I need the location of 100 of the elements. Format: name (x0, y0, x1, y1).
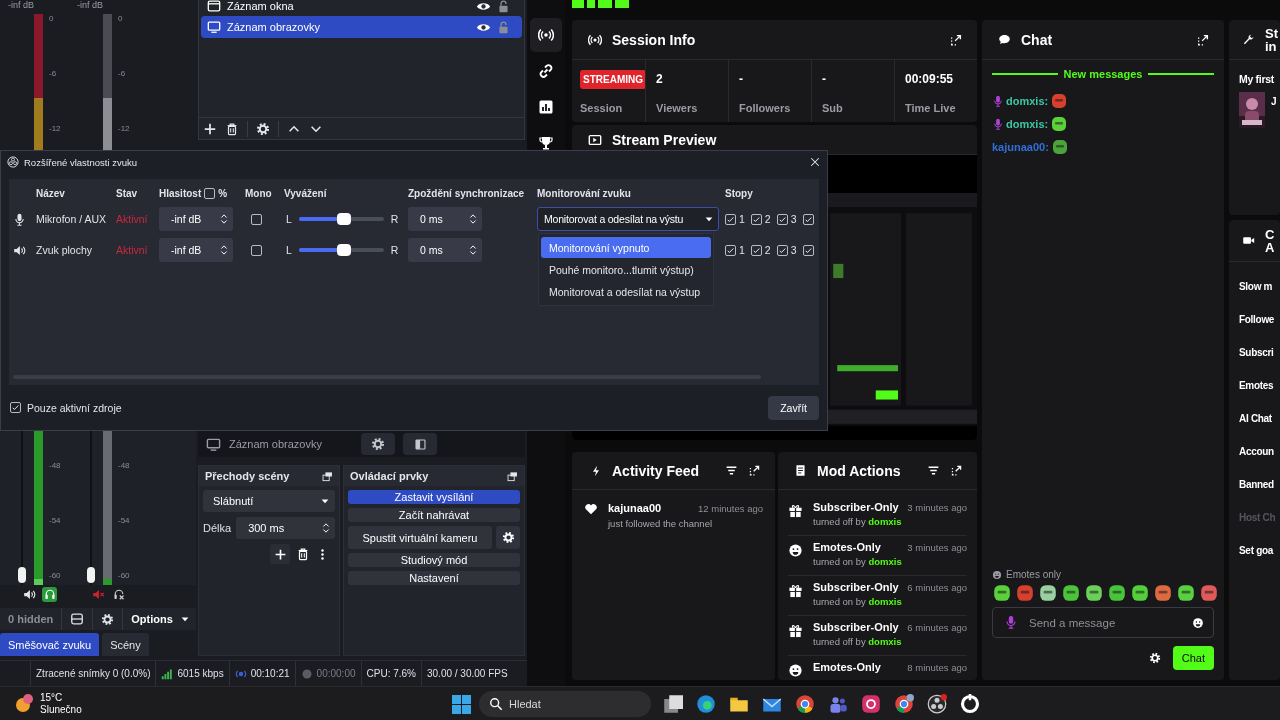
filter-icon[interactable] (927, 464, 940, 477)
fader-handle[interactable] (18, 567, 26, 583)
search-field[interactable]: Hledat (479, 691, 651, 717)
filters-button[interactable] (403, 433, 437, 455)
emote-icon (1084, 583, 1104, 603)
dock-tab[interactable]: Směšovač zvuku (0, 633, 100, 656)
lock-icon[interactable] (497, 0, 510, 13)
speaker-icon (13, 243, 26, 257)
panel-title: Chat (1021, 31, 1053, 48)
checkbox[interactable] (725, 213, 736, 225)
browser-icon[interactable] (894, 694, 914, 714)
recorder-icon[interactable] (927, 694, 947, 714)
checkbox[interactable] (776, 244, 788, 256)
username-link[interactable]: domxis (868, 636, 902, 647)
sync-offset-field[interactable]: 0 ms (408, 238, 482, 262)
status-text: 30.00 / 30.00 FPS (427, 668, 508, 679)
action-item[interactable]: Banned (1239, 468, 1280, 501)
window-icon (207, 0, 221, 13)
checkbox[interactable] (725, 244, 736, 256)
undock-icon[interactable] (322, 470, 333, 482)
menu-item[interactable]: Monitorování vypnuto (541, 237, 711, 258)
message-field[interactable]: Send a message (992, 607, 1214, 638)
action-title: Subscriber-Only (813, 501, 899, 513)
action-item[interactable]: Followe (1239, 303, 1280, 336)
trash-icon[interactable] (225, 121, 239, 136)
popout-icon[interactable] (748, 464, 761, 477)
control-button[interactable]: Začít nahrávat (348, 508, 520, 522)
scale-label: -60 (49, 571, 61, 581)
fader-handle[interactable] (87, 567, 95, 583)
source-item[interactable]: Záznam okna (201, 0, 522, 15)
checkbox[interactable] (750, 244, 762, 256)
browser-icon[interactable] (696, 694, 716, 714)
camera-icon[interactable] (861, 694, 881, 714)
username-link[interactable]: domxis (868, 516, 902, 527)
control-button[interactable]: Nastavení (348, 571, 520, 585)
popout-icon[interactable] (950, 464, 963, 477)
slider-thumb[interactable] (336, 213, 351, 225)
menu-item[interactable]: Pouhé monitoro...tlumit výstup) (541, 259, 711, 280)
popout-icon[interactable] (1196, 32, 1210, 47)
volume-field[interactable]: -inf dB (159, 207, 233, 231)
action-item[interactable]: Subscri (1239, 336, 1280, 369)
stepper-icon (320, 522, 332, 534)
username-link[interactable]: domxis (868, 596, 902, 607)
checkbox[interactable] (251, 213, 262, 225)
monitoring-dropdown[interactable]: Monitorovat a odesílat na výstu (537, 207, 719, 231)
heart-icon (584, 502, 598, 516)
checkbox[interactable] (776, 213, 788, 225)
control-button[interactable]: Spustit virtuální kameru (348, 526, 492, 549)
timestamp: 12 minutes ago (698, 502, 763, 514)
checkbox[interactable] (802, 244, 814, 256)
control-button[interactable]: Studiový mód (348, 553, 520, 567)
checkbox[interactable] (251, 244, 262, 256)
start-icon[interactable] (452, 694, 471, 714)
panel-title: St in (1265, 26, 1278, 53)
action-item[interactable]: AI Chat (1239, 402, 1280, 435)
people-icon[interactable] (828, 694, 848, 714)
checkbox[interactable] (10, 402, 21, 413)
window-stack-icon[interactable] (663, 694, 683, 714)
dock-tab[interactable]: Scény (102, 633, 149, 656)
undock-icon[interactable] (507, 470, 518, 482)
settings-button[interactable] (496, 526, 520, 549)
action-item[interactable]: Set goa (1239, 534, 1280, 567)
close-button[interactable]: Zavřít (768, 395, 819, 420)
close-icon[interactable] (809, 156, 821, 168)
username-link[interactable]: domxis (868, 556, 902, 567)
popout-icon[interactable] (949, 32, 963, 47)
properties-button[interactable] (361, 433, 395, 455)
layout-icon[interactable] (70, 612, 85, 626)
action-item[interactable]: Emotes (1239, 369, 1280, 402)
sidebar-tab[interactable] (530, 18, 562, 52)
browser-icon[interactable] (795, 694, 815, 714)
checkbox[interactable] (750, 213, 762, 225)
monitor-icon (206, 436, 221, 452)
add-button[interactable] (270, 544, 290, 564)
sync-offset-field[interactable]: 0 ms (408, 207, 482, 231)
duration-field[interactable]: 300 ms (236, 517, 335, 539)
username: kajunaa00 (608, 502, 662, 514)
source-item[interactable]: Záznam obrazovky (201, 16, 522, 38)
muted-speaker-icon[interactable] (92, 587, 105, 601)
slider-thumb[interactable] (336, 244, 351, 256)
monitor-toggle[interactable] (42, 586, 57, 602)
action-item[interactable]: Slow m (1239, 270, 1280, 303)
weather-icon[interactable] (14, 693, 36, 715)
speaker-icon[interactable] (23, 587, 36, 601)
add-icon[interactable] (203, 121, 217, 136)
emoji-icon[interactable] (1192, 617, 1204, 629)
stepper-icon (218, 213, 230, 225)
action-item[interactable]: Accoun (1239, 435, 1280, 468)
filter-icon[interactable] (725, 464, 738, 477)
settings-icon[interactable] (256, 121, 270, 136)
checkbox[interactable] (204, 187, 216, 199)
trash-icon[interactable] (296, 547, 310, 561)
settings-icon[interactable] (101, 612, 115, 626)
menu-item[interactable]: Monitorovat a odesílat na výstup (541, 281, 711, 302)
control-button[interactable]: Zastavit vysílání (348, 490, 520, 504)
ring-icon[interactable] (960, 694, 980, 714)
transition-dropdown[interactable]: Slábnutí (203, 490, 335, 512)
checkbox[interactable] (802, 213, 814, 225)
chat-button[interactable]: Chat (1172, 646, 1214, 670)
volume-field[interactable]: -inf dB (159, 238, 233, 262)
